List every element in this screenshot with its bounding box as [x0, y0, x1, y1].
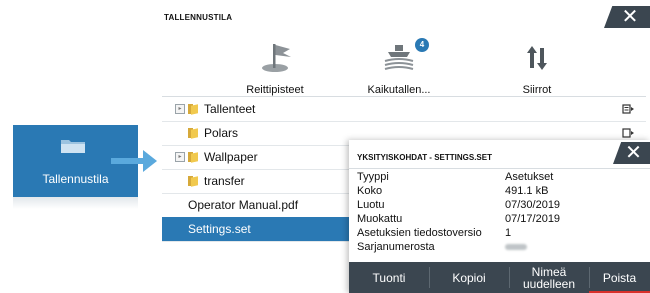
dialog-close-button[interactable]: ✕ [613, 142, 650, 164]
waypoints-button[interactable]: Reittipisteet [220, 36, 330, 98]
item-name: transfer [204, 174, 245, 188]
close-icon: ✕ [625, 142, 642, 164]
details-dialog: YKSITYISKOHDAT - SETTINGS.SET ✕ Tyyppi A… [349, 140, 650, 293]
folder-icon [188, 127, 198, 139]
detail-value: 1 [505, 227, 512, 239]
item-name: Operator Manual.pdf [188, 198, 299, 212]
window-title: TALLENNUSTILA [164, 13, 233, 22]
list-item[interactable]: ▸ Tallenteet [162, 97, 646, 122]
echo-recordings-button[interactable]: 4 Kaikutallen... [344, 36, 454, 98]
detail-value: 491.1 kB [505, 185, 549, 197]
detail-row: Koko 491.1 kB [357, 185, 647, 198]
close-icon: ✕ [621, 6, 639, 28]
launcher-label: Tallennustila [42, 172, 109, 186]
expand-icon[interactable]: ▸ [175, 104, 185, 114]
detail-key: Asetuksien tiedostoversio [357, 227, 482, 239]
detail-row: Tyyppi Asetukset [357, 171, 647, 184]
rename-label-line2: uudelleen [522, 276, 576, 291]
echo-recordings-label: Kaikutallen... [367, 84, 431, 96]
echo-recording-icon [384, 45, 414, 70]
item-name: Wallpaper [204, 150, 258, 164]
waypoints-label: Reittipisteet [246, 84, 304, 96]
copy-button[interactable]: Kopioi [429, 262, 509, 293]
detail-value: 07/30/2019 [505, 199, 561, 211]
detail-row: Luotu 07/30/2019 [357, 199, 647, 212]
detail-key: Koko [357, 185, 383, 197]
tile-reflection [13, 197, 138, 209]
dialog-title: YKSITYISKOHDAT - SETTINGS.SET [357, 153, 492, 162]
folder-icon [61, 140, 85, 153]
divider [349, 168, 650, 169]
action-bar: Tuonti Kopioi Nimeä uudelleen Poista [349, 262, 650, 293]
detail-row: Asetuksien tiedostoversio 1 [357, 227, 647, 240]
serial-number-redacted [505, 241, 527, 253]
close-button[interactable]: ✕ [604, 6, 650, 28]
context-menu-icon[interactable] [622, 127, 634, 139]
transfers-button[interactable]: Siirrot [482, 36, 592, 98]
expand-icon[interactable]: ▸ [175, 152, 185, 162]
detail-row: Sarjanumerosta [357, 241, 647, 254]
arrow-right-icon [111, 150, 157, 172]
detail-value: 07/17/2019 [505, 213, 561, 225]
recordings-count-badge: 4 [415, 38, 429, 52]
rename-label-line1: Nimeä [531, 264, 567, 279]
item-name: Settings.set [188, 222, 251, 236]
detail-value: Asetukset [505, 171, 554, 183]
waypoint-flag-icon [262, 44, 291, 72]
detail-key: Tyyppi [357, 171, 389, 183]
detail-row: Muokattu 07/17/2019 [357, 213, 647, 226]
transfers-label: Siirrot [522, 84, 552, 96]
context-menu-icon[interactable] [622, 103, 634, 115]
detail-key: Luotu [357, 199, 385, 211]
rename-button[interactable]: Nimeä uudelleen [509, 262, 589, 293]
folder-icon [188, 151, 198, 163]
detail-key: Sarjanumerosta [357, 241, 435, 253]
folder-icon [188, 103, 198, 115]
delete-button[interactable]: Poista [589, 262, 650, 293]
import-button[interactable]: Tuonti [349, 262, 429, 293]
item-name: Polars [204, 126, 239, 140]
item-name: Tallenteet [204, 102, 256, 116]
transfer-arrows-icon [527, 46, 547, 70]
detail-key: Muokattu [357, 213, 403, 225]
folder-icon [188, 175, 198, 187]
